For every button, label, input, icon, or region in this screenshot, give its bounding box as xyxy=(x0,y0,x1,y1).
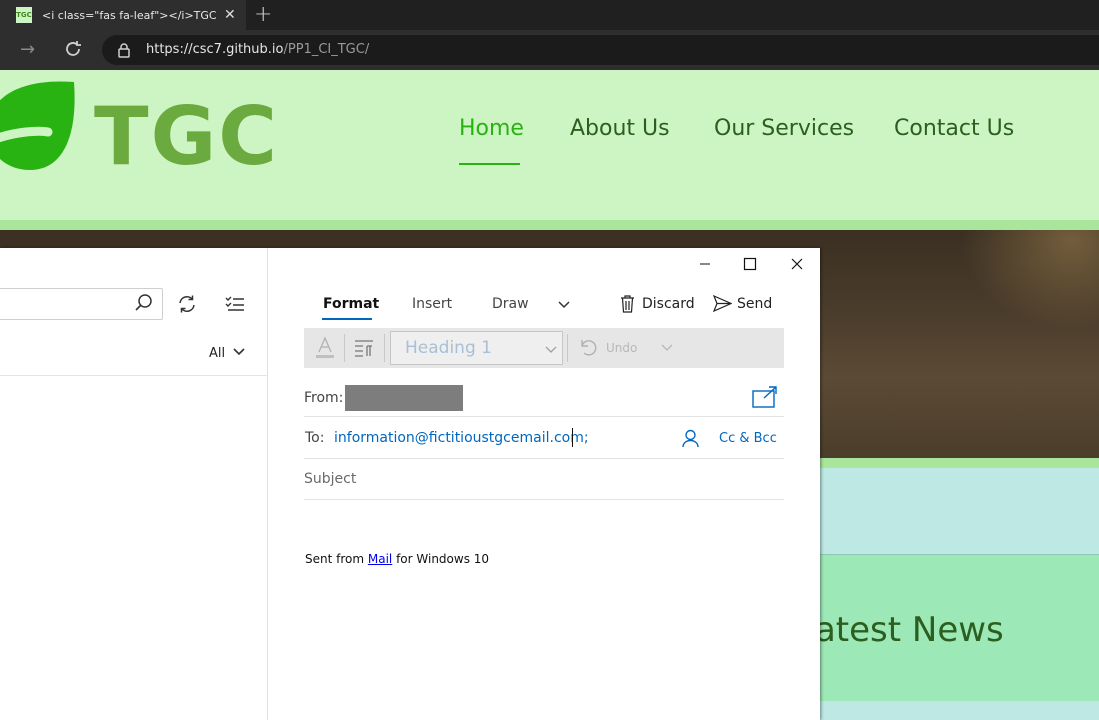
maximize-icon[interactable] xyxy=(743,257,757,271)
url-field[interactable]: https://csc7.github.io/PP1_CI_TGC/ xyxy=(102,35,1099,65)
chevron-down-icon[interactable] xyxy=(557,299,571,311)
leaf-icon[interactable] xyxy=(0,78,82,172)
to-field[interactable]: information@fictitioustgcemail.com; xyxy=(334,430,589,446)
lock-icon xyxy=(118,43,130,58)
url-scheme: https:// xyxy=(146,42,193,57)
field-divider xyxy=(304,416,784,417)
undo-icon[interactable] xyxy=(578,337,598,357)
mail-list-pane: All xyxy=(0,248,268,720)
site-logo-text[interactable]: TGC xyxy=(94,90,279,183)
paragraph-icon[interactable] xyxy=(353,338,375,358)
tab-favicon: TGC xyxy=(16,7,32,23)
reload-icon[interactable] xyxy=(62,38,84,60)
tab-title: <i class="fas fa-leaf"></i>TGC | xyxy=(42,8,218,22)
signature-mail-link[interactable]: Mail xyxy=(368,552,392,566)
field-divider xyxy=(304,458,784,459)
cc-bcc-button[interactable]: Cc & Bcc xyxy=(719,431,777,446)
send-icon[interactable] xyxy=(713,295,732,312)
discard-button[interactable]: Discard xyxy=(642,296,695,312)
toolbar-separator xyxy=(567,334,568,362)
signature-prefix: Sent from xyxy=(305,552,368,566)
filter-icon[interactable] xyxy=(224,294,246,314)
browser-tabbar: TGC <i class="fas fa-leaf"></i>TGC | ✕ + xyxy=(0,0,1099,30)
close-icon[interactable]: ✕ xyxy=(224,7,236,23)
email-signature[interactable]: Sent from Mail for Windows 10 xyxy=(305,552,489,566)
tab-format[interactable]: Format xyxy=(323,296,379,312)
close-icon[interactable] xyxy=(789,256,805,272)
forward-icon[interactable]: → xyxy=(20,39,35,60)
list-divider xyxy=(0,375,267,376)
undo-button[interactable]: Undo xyxy=(606,341,637,355)
nav-our-services[interactable]: Our Services xyxy=(714,116,854,141)
site-header: TGC Home About Us Our Services Contact U… xyxy=(0,70,1099,220)
tab-draw[interactable]: Draw xyxy=(492,296,529,312)
from-account[interactable] xyxy=(345,385,463,411)
header-stripe xyxy=(0,220,1099,230)
text-caret xyxy=(572,428,573,447)
signature-suffix: for Windows 10 xyxy=(392,552,490,566)
to-label: To: xyxy=(305,430,325,446)
nav-active-indicator xyxy=(459,163,520,165)
popout-icon[interactable] xyxy=(752,386,778,408)
url-host: csc7.github.io xyxy=(192,42,284,57)
format-toolbar: Heading 1 Undo xyxy=(304,328,784,368)
subject-field[interactable] xyxy=(304,468,774,490)
mail-window: All Format Insert Draw Discard Send Head… xyxy=(0,248,820,720)
from-label: From: xyxy=(304,390,344,406)
filter-label[interactable]: All xyxy=(209,346,225,361)
send-button[interactable]: Send xyxy=(737,296,772,312)
url-text: https://csc7.github.io/PP1_CI_TGC/ xyxy=(146,42,369,57)
toolbar-separator xyxy=(384,334,385,362)
url-path: /PP1_CI_TGC/ xyxy=(283,42,370,57)
chevron-down-icon[interactable] xyxy=(661,342,673,352)
nav-home[interactable]: Home xyxy=(459,116,524,141)
toolbar-separator xyxy=(344,334,345,362)
new-tab-icon[interactable]: + xyxy=(254,2,272,27)
font-color-icon[interactable] xyxy=(314,336,336,360)
news-heading: Latest News xyxy=(796,610,1004,650)
field-divider xyxy=(304,499,784,500)
browser-tab[interactable]: TGC <i class="fas fa-leaf"></i>TGC | ✕ xyxy=(0,0,246,30)
trash-icon[interactable] xyxy=(620,295,635,313)
search-icon[interactable] xyxy=(134,293,154,313)
chevron-down-icon xyxy=(545,346,557,353)
hero-glow xyxy=(960,230,1099,330)
address-bar: → https://csc7.github.io/PP1_CI_TGC/ xyxy=(0,30,1099,70)
tab-insert[interactable]: Insert xyxy=(412,296,452,312)
contact-icon[interactable] xyxy=(682,429,699,448)
nav-about-us[interactable]: About Us xyxy=(570,116,670,141)
style-value: Heading 1 xyxy=(405,338,492,358)
style-dropdown[interactable]: Heading 1 xyxy=(390,331,563,365)
nav-contact-us[interactable]: Contact Us xyxy=(894,116,1014,141)
chevron-down-icon[interactable] xyxy=(232,346,246,358)
sync-icon[interactable] xyxy=(176,293,198,315)
tab-active-indicator xyxy=(322,318,372,320)
minimize-icon[interactable] xyxy=(697,256,713,272)
